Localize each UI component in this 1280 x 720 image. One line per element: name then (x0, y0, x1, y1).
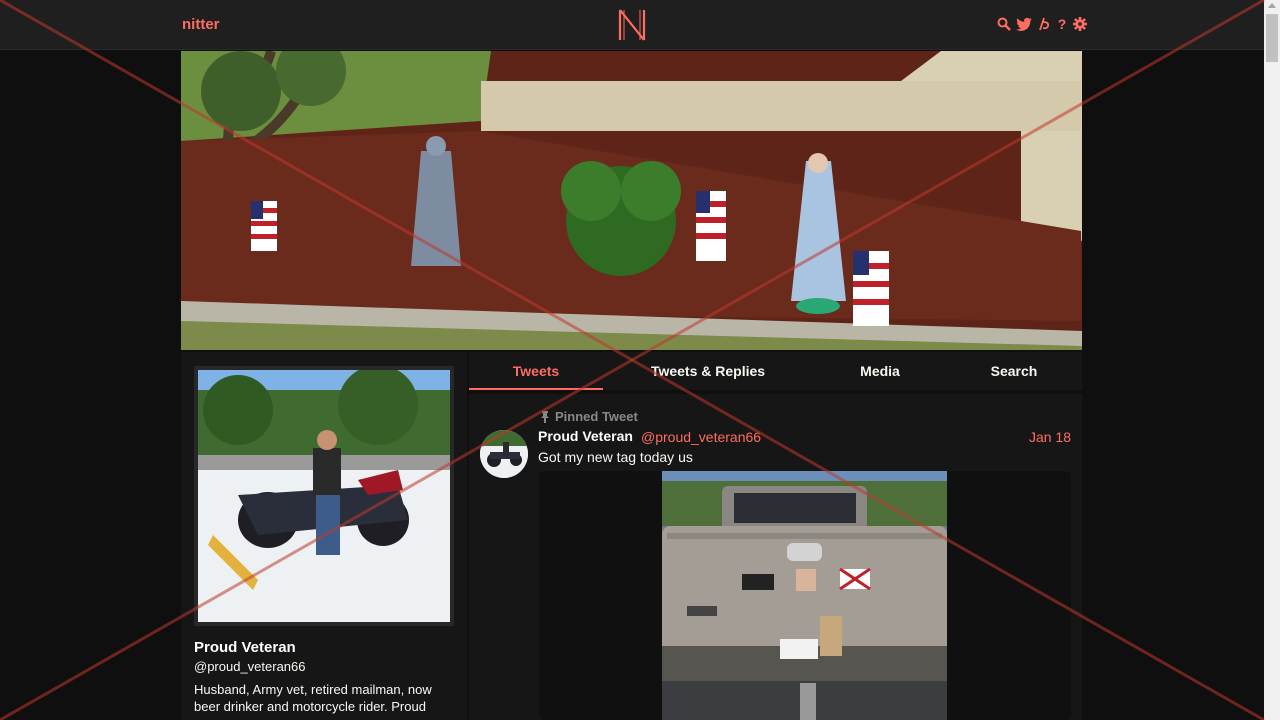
tab-tweets-and-replies[interactable]: Tweets & Replies (634, 352, 782, 390)
twitter-icon[interactable] (1015, 16, 1033, 32)
tweet-media-image[interactable] (662, 471, 947, 720)
settings-icon[interactable] (1073, 16, 1087, 32)
timeline-tabs: Tweets Tweets & Replies Media Search (469, 352, 1082, 390)
tab-search[interactable]: Search (964, 352, 1064, 390)
profile-banner-image[interactable] (181, 51, 1082, 350)
profile-handle[interactable]: @proud_veteran66 (194, 659, 306, 674)
pin-icon (541, 411, 549, 423)
scroll-thumb[interactable] (1266, 14, 1278, 62)
profile-bio: Husband, Army vet, retired mailman, now … (194, 682, 432, 714)
tweet-text: Got my new tag today us (538, 449, 693, 465)
profile-avatar[interactable] (194, 366, 454, 626)
tweet-date[interactable]: Jan 18 (1029, 429, 1071, 445)
tweet-media-container (539, 471, 1071, 720)
tab-tweets[interactable]: Tweets (469, 352, 603, 390)
pinned-label: Pinned Tweet (555, 409, 638, 424)
tweet-author-handle[interactable]: @proud_veteran66 (641, 429, 761, 445)
tweet-avatar[interactable] (480, 430, 528, 478)
page-scrollbar[interactable] (1264, 0, 1280, 720)
scroll-up-arrow-icon[interactable] (1268, 3, 1276, 8)
brand-link[interactable]: nitter (182, 16, 220, 33)
pinned-indicator: Pinned Tweet (539, 409, 638, 424)
search-icon[interactable] (997, 16, 1011, 32)
help-icon[interactable]: ? (1055, 16, 1069, 32)
nitter-logo-icon[interactable] (617, 8, 647, 42)
nav-icons: ? (997, 16, 1087, 32)
profile-name[interactable]: Proud Veteran (194, 639, 296, 656)
tab-media[interactable]: Media (834, 352, 926, 390)
tweet-author-name[interactable]: Proud Veteran (538, 428, 633, 444)
top-navbar: nitter ? (0, 0, 1264, 50)
rss-icon[interactable] (1037, 16, 1051, 32)
